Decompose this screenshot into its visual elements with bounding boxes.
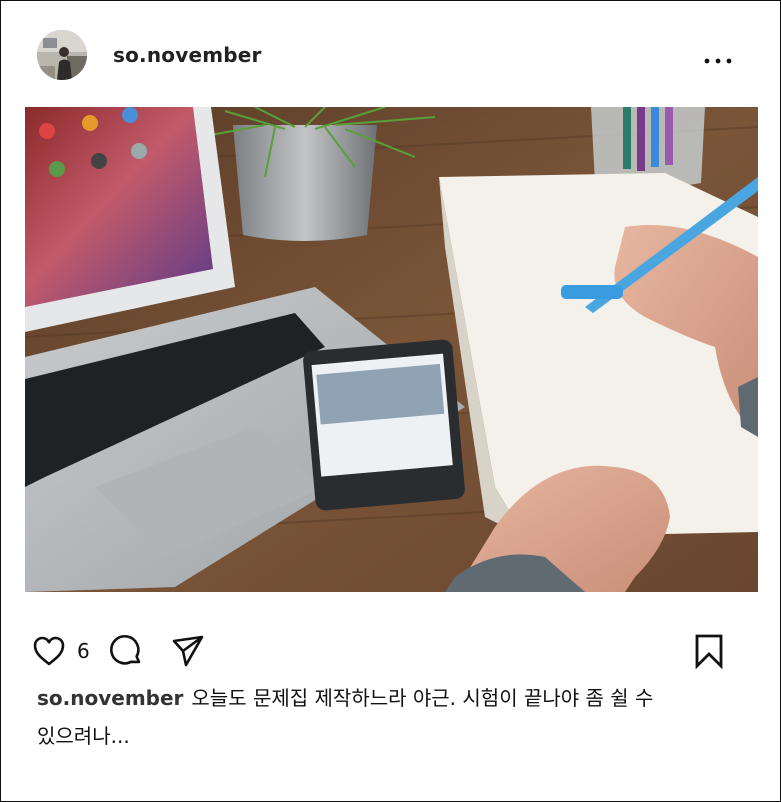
caption-username[interactable]: so.november xyxy=(37,686,183,710)
post-username[interactable]: so.november xyxy=(113,41,262,69)
post-card: so.november 6 so.november 오늘도 문제집 제작하느라 … xyxy=(0,0,781,802)
bookmark-icon[interactable] xyxy=(691,633,727,669)
avatar[interactable] xyxy=(37,30,87,80)
post-photo[interactable] xyxy=(25,107,758,592)
like-count[interactable]: 6 xyxy=(77,638,90,664)
send-icon[interactable] xyxy=(170,633,206,669)
post-caption: so.november 오늘도 문제집 제작하느라 야근. 시험이 끝나야 좀 쉴… xyxy=(37,679,727,755)
desk-photo-illustration xyxy=(25,107,758,592)
ellipsis-icon[interactable] xyxy=(700,51,736,71)
comment-icon[interactable] xyxy=(108,633,144,669)
heart-icon[interactable] xyxy=(31,633,67,669)
